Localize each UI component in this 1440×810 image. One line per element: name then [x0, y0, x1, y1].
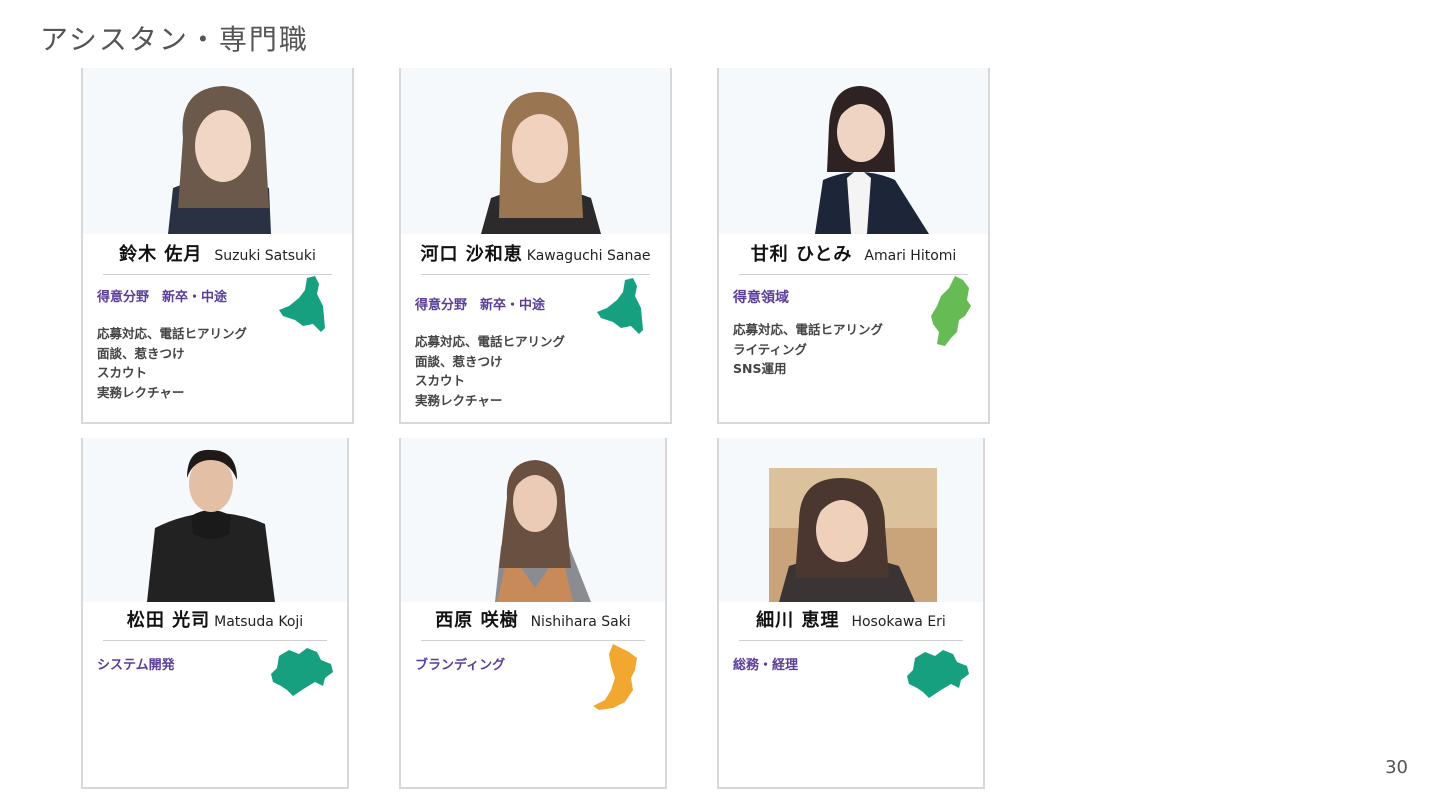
- specialty-label: 得意領域: [733, 290, 789, 306]
- name-english: Amari Hitomi: [864, 248, 957, 264]
- name-row: 松田 光司 Matsuda Koji: [103, 606, 327, 641]
- name-row: 甘利 ひとみ Amari Hitomi: [739, 240, 968, 275]
- staff-card: 松田 光司 Matsuda Koji システム開発: [81, 438, 349, 789]
- osaka-map-icon: [593, 644, 637, 710]
- name-row: 細川 恵理 Hosokawa Eri: [739, 606, 963, 641]
- specialty-label: 総務・経理: [733, 658, 799, 673]
- name-japanese: 細川 恵理: [756, 610, 840, 631]
- nagano-map-icon: [931, 276, 971, 346]
- duty-item: 実務レクチャー: [97, 384, 185, 400]
- staff-card: 鈴木 佐月 Suzuki Satsuki 得意分野 新卒・中途 応募対応、電話ヒ…: [81, 68, 354, 424]
- name-row: 西原 咲樹 Nishihara Saki: [421, 606, 645, 641]
- duty-item: 応募対応、電話ヒアリング: [97, 326, 248, 341]
- specialty-label: システム開発: [97, 658, 175, 673]
- duty-item: ライティング: [733, 341, 808, 357]
- duty-item: 応募対応、電話ヒアリング: [733, 322, 884, 337]
- name-english: Kawaguchi Sanae: [526, 248, 651, 264]
- name-english: Nishihara Saki: [530, 614, 631, 630]
- name-japanese: 鈴木 佐月: [119, 244, 203, 265]
- chiba-map-icon: [597, 278, 643, 334]
- duty-item: SNS運用: [733, 361, 787, 376]
- name-japanese: 松田 光司: [126, 610, 211, 631]
- name-row: 鈴木 佐月 Suzuki Satsuki: [103, 240, 332, 275]
- name-row: 河口 沙和恵 Kawaguchi Sanae: [420, 240, 651, 275]
- duty-item: スカウト: [97, 365, 148, 380]
- staff-card: 細川 恵理 Hosokawa Eri 総務・経理: [717, 438, 985, 789]
- duty-list: 応募対応、電話ヒアリング 面談、惹きつけ スカウト 実務レクチャー: [97, 324, 247, 402]
- name-english: Hosokawa Eri: [851, 614, 946, 630]
- duty-list: 応募対応、電話ヒアリング ライティング SNS運用: [733, 320, 883, 379]
- page-title: アシスタン・専門職: [40, 23, 309, 56]
- staff-photo: [401, 438, 665, 602]
- duty-item: スカウト: [415, 373, 466, 388]
- duty-list: 応募対応、電話ヒアリング 面談、惹きつけ スカウト 実務レクチャー: [415, 332, 565, 410]
- name-japanese: 甘利 ひとみ: [750, 244, 853, 265]
- name-japanese: 西原 咲樹: [435, 610, 519, 631]
- staff-photo: [719, 438, 983, 602]
- duty-item: 面談、惹きつけ: [415, 353, 503, 369]
- duty-item: 応募対応、電話ヒアリング: [415, 334, 566, 349]
- duty-item: 面談、惹きつけ: [97, 345, 185, 361]
- specialty-label: 得意分野 新卒・中途: [415, 298, 546, 313]
- name-english: Matsuda Koji: [214, 614, 304, 630]
- staff-card: 河口 沙和恵 Kawaguchi Sanae 得意分野 新卒・中途 応募対応、電…: [399, 68, 672, 424]
- staff-photo: [83, 68, 352, 234]
- duty-item: 実務レクチャー: [415, 392, 503, 408]
- staff-photo: [401, 68, 670, 234]
- staff-photo: [83, 438, 347, 602]
- staff-photo: [719, 68, 988, 234]
- page-number: 30: [1385, 757, 1408, 778]
- kanagawa-map-icon: [907, 650, 969, 698]
- name-english: Suzuki Satsuki: [214, 248, 316, 264]
- chiba-map-icon: [279, 276, 325, 332]
- kanagawa-map-icon: [271, 648, 333, 696]
- staff-card: 西原 咲樹 Nishihara Saki ブランディング: [399, 438, 667, 789]
- specialty-label: 得意分野 新卒・中途: [97, 290, 228, 305]
- name-japanese: 河口 沙和恵: [420, 244, 523, 265]
- specialty-label: ブランディング: [415, 658, 506, 673]
- staff-card: 甘利 ひとみ Amari Hitomi 得意領域 応募対応、電話ヒアリング ライ…: [717, 68, 990, 424]
